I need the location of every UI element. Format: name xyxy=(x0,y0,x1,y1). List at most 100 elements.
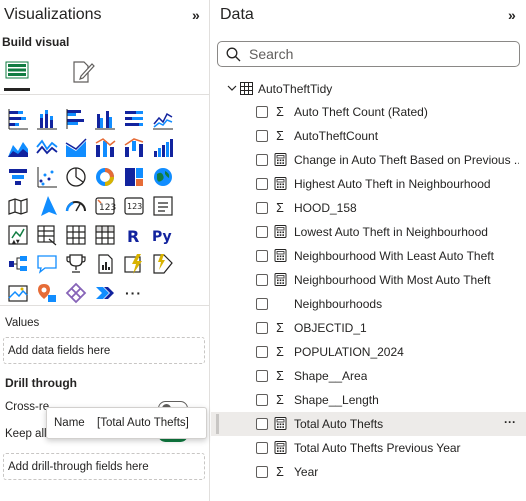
field-row[interactable]: Σ Year xyxy=(211,460,526,484)
field-checkbox[interactable] xyxy=(256,394,268,406)
get-more-visuals-icon[interactable] xyxy=(32,281,61,305)
field-checkbox[interactable] xyxy=(256,466,268,478)
field-row[interactable]: Σ HOOD_158 xyxy=(211,196,526,220)
qa-icon[interactable] xyxy=(32,252,61,276)
paginated-report-icon[interactable] xyxy=(90,252,119,276)
decomposition-tree-icon[interactable] xyxy=(3,252,32,276)
field-checkbox[interactable] xyxy=(256,346,268,358)
field-row[interactable]: Neighbourhoods xyxy=(211,292,526,316)
chevron-down-icon[interactable] xyxy=(227,82,237,96)
cross-report-label: Cross-re xyxy=(5,401,50,413)
field-row[interactable]: Change in Auto Theft Based on Previous .… xyxy=(211,148,526,172)
drill-through-drop-zone[interactable]: Add drill-through fields here xyxy=(3,453,205,480)
key-influencers-icon[interactable]: Py xyxy=(148,223,177,247)
field-row[interactable]: Σ AutoTheftCount xyxy=(211,124,526,148)
field-name: Neighbourhoods xyxy=(294,297,383,311)
sigma-icon: Σ xyxy=(276,369,284,383)
field-name: POPULATION_2024 xyxy=(294,345,404,359)
field-checkbox[interactable] xyxy=(256,250,268,262)
field-row[interactable]: Σ Shape__Area xyxy=(211,364,526,388)
treemap-icon[interactable] xyxy=(119,165,148,189)
stacked-column-chart-icon[interactable] xyxy=(32,107,61,131)
calculator-icon xyxy=(273,177,287,191)
line-chart-icon[interactable] xyxy=(148,107,177,131)
visual-type-gallery: 123 123 ▲▼ R Py ··· xyxy=(3,107,208,310)
r-visual-icon[interactable] xyxy=(90,223,119,247)
search-input[interactable]: Search xyxy=(249,46,293,62)
power-apps-icon[interactable] xyxy=(119,252,148,276)
clustered-column-chart-icon[interactable] xyxy=(90,107,119,131)
field-row[interactable]: Neighbourhood With Least Auto Theft xyxy=(211,244,526,268)
clustered-bar-chart-icon[interactable] xyxy=(61,107,90,131)
more-options-label: ··· xyxy=(125,285,142,301)
python-visual-icon[interactable]: R xyxy=(119,223,148,247)
visualizations-title: Visualizations xyxy=(4,6,102,23)
azure-map-icon[interactable] xyxy=(32,194,61,218)
field-checkbox[interactable] xyxy=(256,298,268,310)
field-row[interactable]: Σ Shape__Length xyxy=(211,388,526,412)
field-checkbox[interactable] xyxy=(256,322,268,334)
map-icon[interactable] xyxy=(148,165,177,189)
values-label: Values xyxy=(5,317,40,329)
funnel-chart-icon[interactable] xyxy=(3,165,32,189)
card-icon[interactable]: 123 xyxy=(90,194,119,218)
filled-map-icon[interactable] xyxy=(148,136,177,160)
100-stacked-bar-chart-icon[interactable] xyxy=(119,107,148,131)
field-checkbox[interactable] xyxy=(256,370,268,382)
collapse-visualizations-icon[interactable]: » xyxy=(192,7,200,23)
field-checkbox[interactable] xyxy=(256,154,268,166)
build-visual-tab-icon[interactable] xyxy=(5,58,29,82)
donut-chart-icon[interactable] xyxy=(90,165,119,189)
divider xyxy=(0,305,210,306)
build-visual-label: Build visual xyxy=(2,35,70,49)
field-row[interactable]: Total Auto Thefts ··· xyxy=(211,412,526,436)
field-row[interactable]: Total Auto Thefts Previous Year xyxy=(211,436,526,460)
field-name: Year xyxy=(294,465,319,479)
power-automate-icon[interactable] xyxy=(148,252,177,276)
pie-chart-icon[interactable] xyxy=(61,165,90,189)
more-visuals-icon[interactable] xyxy=(61,281,90,305)
more-options-icon[interactable]: ··· xyxy=(119,281,148,305)
field-checkbox[interactable] xyxy=(256,418,268,430)
multi-row-card-icon[interactable]: 123 xyxy=(119,194,148,218)
smart-narrative-icon[interactable] xyxy=(61,252,90,276)
search-box[interactable]: Search xyxy=(217,41,520,67)
field-checkbox[interactable] xyxy=(256,178,268,190)
field-row[interactable]: Lowest Auto Theft in Neighbourhood xyxy=(211,220,526,244)
kpi-icon[interactable] xyxy=(148,194,177,218)
field-name: OBJECTID_1 xyxy=(294,321,367,335)
power-automate-flow-icon[interactable] xyxy=(90,281,119,305)
values-drop-zone[interactable]: Add data fields here xyxy=(3,337,205,364)
field-name: AutoTheftCount xyxy=(294,129,379,143)
collapse-data-icon[interactable]: » xyxy=(508,7,516,23)
line-and-column-chart-icon[interactable] xyxy=(61,136,90,160)
field-checkbox[interactable] xyxy=(256,202,268,214)
format-visual-tab-icon[interactable] xyxy=(70,58,96,84)
scatter-chart-icon[interactable] xyxy=(32,165,61,189)
shape-map-icon[interactable] xyxy=(3,194,32,218)
field-row[interactable]: Σ Auto Theft Count (Rated) xyxy=(211,100,526,124)
stacked-bar-chart-icon[interactable] xyxy=(3,107,32,131)
table-icon[interactable] xyxy=(32,223,61,247)
field-tooltip: Name [Total Auto Thefts] xyxy=(46,407,207,439)
sigma-icon: Σ xyxy=(276,105,284,119)
slicer-icon[interactable]: ▲▼ xyxy=(3,223,32,247)
arcgis-map-icon[interactable] xyxy=(3,281,32,305)
stacked-area-chart-icon[interactable] xyxy=(32,136,61,160)
field-checkbox[interactable] xyxy=(256,274,268,286)
field-checkbox[interactable] xyxy=(256,130,268,142)
matrix-icon[interactable] xyxy=(61,223,90,247)
field-checkbox[interactable] xyxy=(256,442,268,454)
waterfall-chart-icon[interactable] xyxy=(119,136,148,160)
gauge-icon[interactable] xyxy=(61,194,90,218)
area-chart-icon[interactable] xyxy=(3,136,32,160)
field-row[interactable]: Σ OBJECTID_1 xyxy=(211,316,526,340)
ribbon-chart-icon[interactable] xyxy=(90,136,119,160)
field-row[interactable]: Neighbourhood With Most Auto Theft xyxy=(211,268,526,292)
field-row[interactable]: Σ POPULATION_2024 xyxy=(211,340,526,364)
field-checkbox[interactable] xyxy=(256,226,268,238)
more-options-icon[interactable]: ··· xyxy=(504,415,516,429)
field-checkbox[interactable] xyxy=(256,106,268,118)
field-row[interactable]: Highest Auto Theft in Neighbourhood xyxy=(211,172,526,196)
table-node[interactable]: AutoTheftTidy xyxy=(225,78,505,100)
